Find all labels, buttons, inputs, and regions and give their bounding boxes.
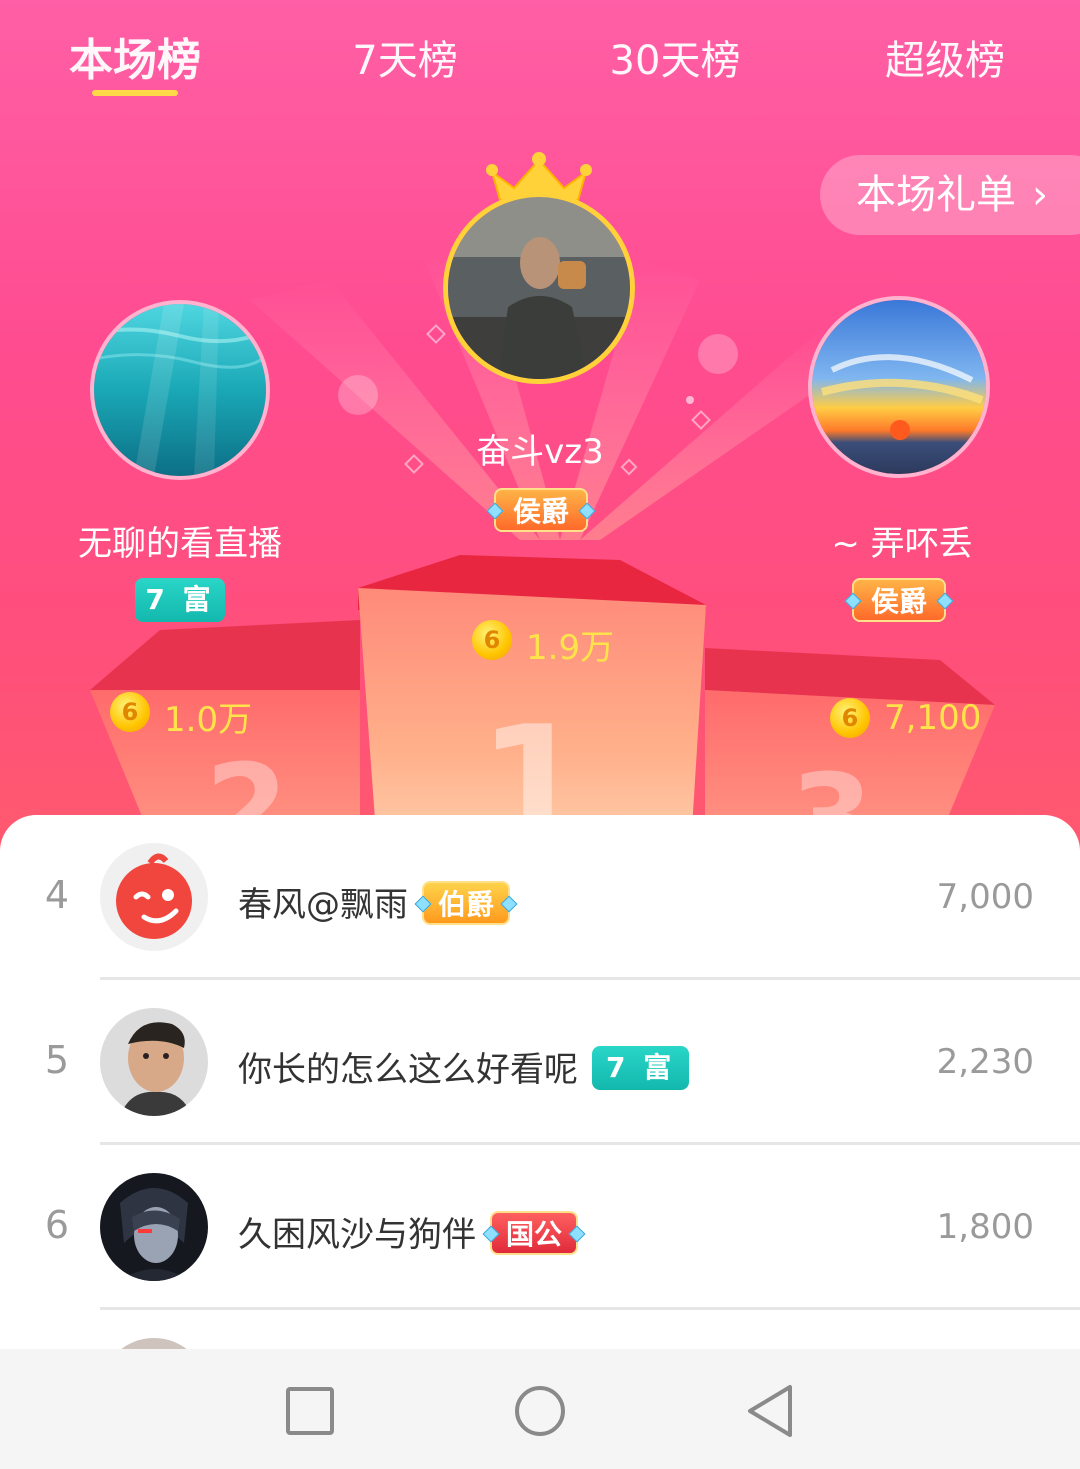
- third-place-name: ~ 弄吥丢: [831, 524, 973, 564]
- third-place-amount: 7,100: [884, 698, 982, 738]
- list-item[interactable]: 6 久困风沙与狗伴 国公 1,800: [0, 1145, 1080, 1310]
- first-place-noble-badge: 侯爵: [494, 488, 588, 532]
- rank-number: 4: [44, 873, 70, 917]
- avatar[interactable]: [100, 1008, 208, 1116]
- first-place-avatar[interactable]: [443, 192, 635, 384]
- leaderboard-header: 2 3 1 本场榜 7天榜 30天榜 超级榜 本场礼单 › 奋斗vz3 侯爵 6…: [0, 0, 1080, 860]
- list-item[interactable]: 4 春风@飘雨 伯爵 7,000: [0, 815, 1080, 980]
- ranking-list: 4 春风@飘雨 伯爵 7,000 5 你长的怎么这么好看呢 7 富 2,230 …: [0, 815, 1080, 1355]
- coin-icon: 6: [110, 692, 150, 732]
- third-place-noble-badge: 侯爵: [852, 578, 946, 622]
- second-place-rich-badge: 7 富: [135, 578, 225, 622]
- coin-icon: 6: [830, 698, 870, 738]
- top-three-podium: 奋斗vz3 侯爵 6 1.9万 无聊的看直播 7 富 6 1.0万 ~ 弄吥丢 …: [0, 0, 1080, 860]
- home-circle-icon[interactable]: [512, 1383, 568, 1439]
- list-item[interactable]: 5 你长的怎么这么好看呢 7 富 2,230: [0, 980, 1080, 1145]
- third-place-avatar[interactable]: [808, 296, 990, 478]
- rich-badge: 7 富: [592, 1045, 690, 1090]
- rank-number: 6: [44, 1203, 70, 1247]
- back-triangle-icon[interactable]: [742, 1383, 798, 1439]
- second-place-avatar[interactable]: [90, 300, 270, 480]
- contribution-value: 1,800: [936, 1207, 1034, 1247]
- coin-icon: 6: [472, 620, 512, 660]
- avatar[interactable]: [100, 1173, 208, 1281]
- second-place-amount: 1.0万: [164, 700, 253, 740]
- first-place-amount: 1.9万: [526, 628, 615, 668]
- user-name: 你长的怎么这么好看呢: [238, 1050, 578, 1090]
- noble-badge: 伯爵: [422, 880, 511, 925]
- recents-square-icon[interactable]: [282, 1383, 338, 1439]
- system-navigation-bar: [0, 1349, 1080, 1469]
- rank-number: 5: [44, 1038, 70, 1082]
- contribution-value: 2,230: [936, 1042, 1034, 1082]
- user-name: 久困风沙与狗伴: [238, 1215, 476, 1255]
- avatar[interactable]: [100, 843, 208, 951]
- user-name: 春风@飘雨: [238, 885, 408, 925]
- contribution-value: 7,000: [936, 877, 1034, 917]
- second-place-name: 无聊的看直播: [78, 524, 282, 564]
- first-place-name: 奋斗vz3: [476, 432, 604, 472]
- noble-badge: 国公: [490, 1210, 579, 1255]
